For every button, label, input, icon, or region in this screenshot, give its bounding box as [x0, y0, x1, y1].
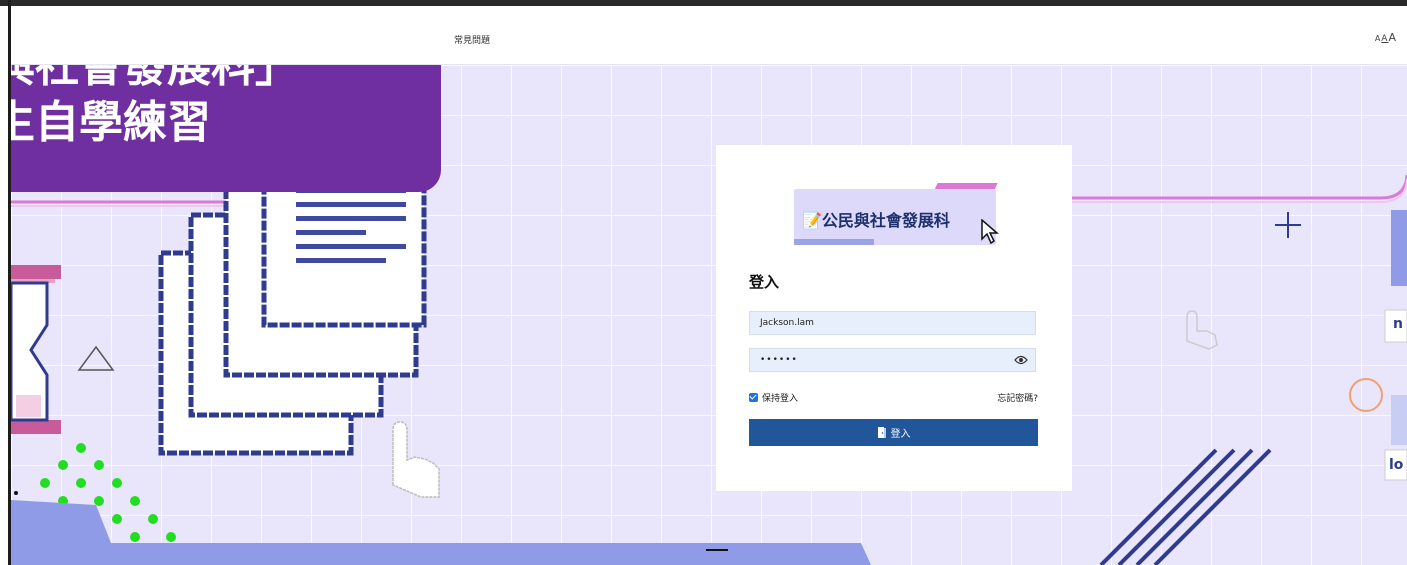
remember-me-checkbox[interactable]: 保持登入 [749, 391, 798, 404]
forgot-password-link[interactable]: 忘記密碼? [997, 391, 1038, 404]
logo-text: 📝公民與社會發展科 [802, 211, 950, 230]
login-heading: 登入 [749, 273, 780, 291]
font-size-large-button[interactable]: A [1388, 31, 1397, 44]
hourglass-icon [11, 265, 61, 434]
window-frame-left [8, 0, 11, 565]
login-button[interactable]: 登入 [749, 419, 1038, 446]
login-button-label: 登入 [890, 429, 911, 440]
logo-box: 📝公民與社會發展科 [794, 189, 996, 245]
remember-me-label: 保持登入 [762, 394, 799, 404]
top-navigation-bar: 常見問題 AAA [11, 6, 1407, 65]
title-banner: 與社會發展科」 生自學練習 [11, 65, 441, 192]
partial-label-top: n [1393, 316, 1403, 332]
partial-label-bottom: lo [1389, 457, 1404, 473]
password-input[interactable]: •••••• [749, 348, 1036, 372]
hand-cursor-icon-right [1186, 310, 1218, 350]
font-size-controls: AAA [1375, 31, 1397, 44]
diagonal-lines [1099, 448, 1272, 565]
door-icon [877, 427, 886, 438]
triangle-shape [77, 345, 115, 371]
mouse-cursor-icon [981, 219, 1000, 245]
hand-cursor-icon [392, 421, 440, 498]
username-input[interactable]: Jackson.lam [749, 311, 1036, 335]
plus-shape [1275, 212, 1301, 238]
decorative-background: 與社會發展科」 生自學練習 n lo [11, 65, 1407, 565]
banner-line-2: 生自學練習 [11, 97, 211, 148]
login-card: 📝公民與社會發展科 登入 Jackson.lam •••••• 保持登入 忘記密… [716, 145, 1072, 491]
subject-logo: 📝公民與社會發展科 [794, 183, 1000, 249]
faq-link[interactable]: 常見問題 [454, 33, 490, 46]
checkbox-checked-icon[interactable] [749, 393, 758, 402]
eye-icon[interactable] [1014, 355, 1028, 365]
circle-shape [1349, 378, 1383, 412]
logo-underline-bar [794, 239, 874, 245]
floor-band [11, 500, 871, 565]
